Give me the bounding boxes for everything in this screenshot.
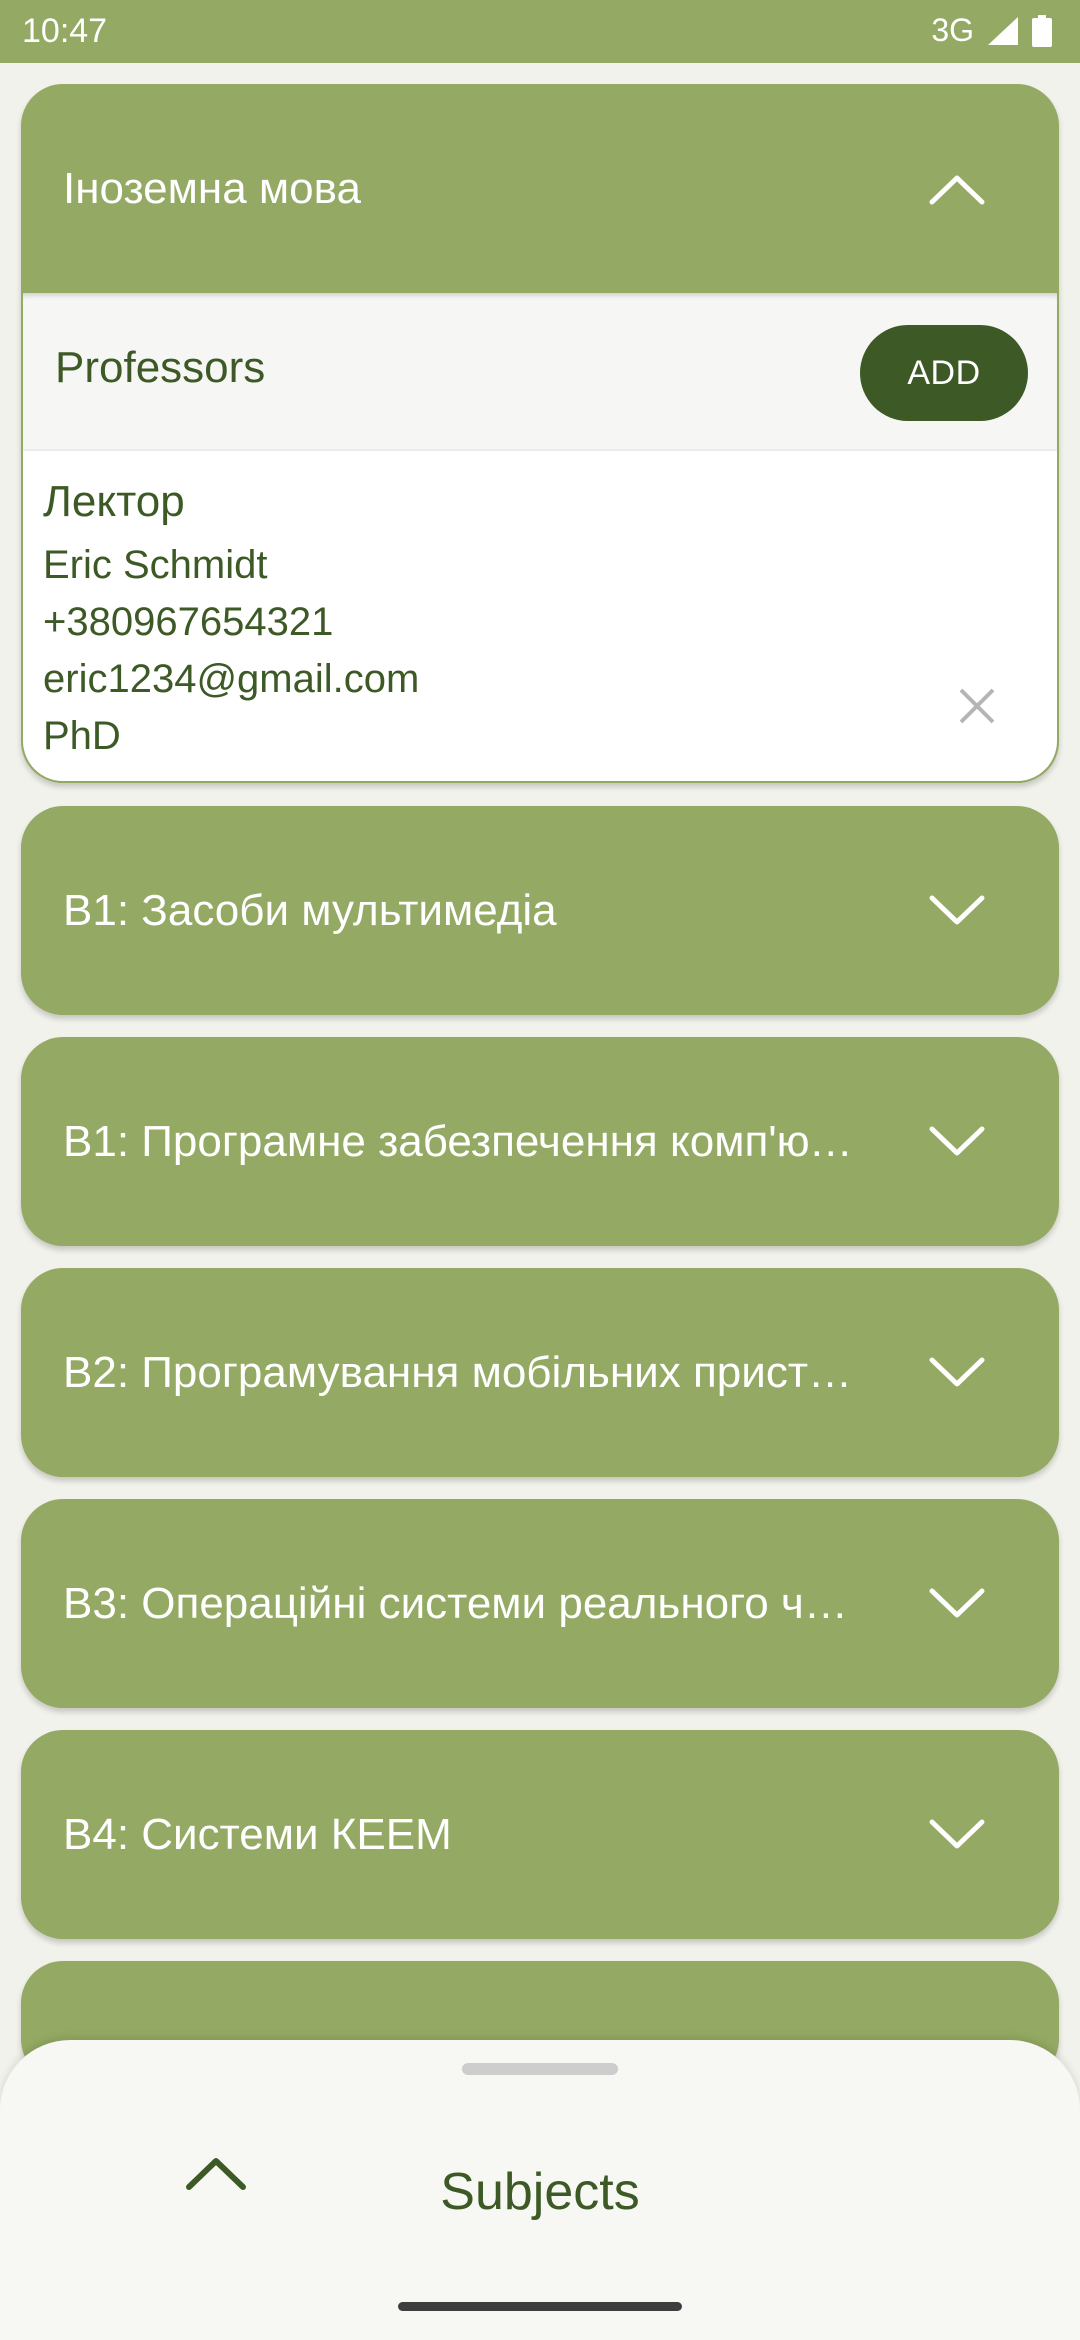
subject-title: B1: Засоби мультимедіа xyxy=(63,885,557,935)
subject-title: B3: Операційні системи реального часу xyxy=(63,1578,863,1628)
network-type: 3G xyxy=(931,12,974,48)
close-icon[interactable] xyxy=(957,686,997,726)
professor-role: Лектор xyxy=(43,477,185,526)
professor-name: Eric Schmidt xyxy=(43,543,268,587)
subject-card[interactable]: B1: Програмне забезпечення комп'ютерних … xyxy=(21,1037,1059,1246)
subject-title: Іноземна мова xyxy=(63,163,361,213)
drag-handle[interactable] xyxy=(462,2063,618,2075)
subject-title: B1: Програмне забезпечення комп'ютерних … xyxy=(63,1116,863,1166)
status-time: 10:47 xyxy=(22,12,108,50)
professor-email: eric1234@gmail.com xyxy=(43,657,420,701)
subject-title: B2: Програмування мобільних пристроїв xyxy=(63,1347,863,1397)
chevron-down-icon[interactable] xyxy=(928,894,986,928)
signal-icon xyxy=(988,16,1018,45)
professor-item: Лектор Eric Schmidt +380967654321 eric12… xyxy=(23,451,1057,781)
subject-title: B4: Системи КЕЕМ xyxy=(63,1809,452,1859)
professors-label: Professors xyxy=(55,343,266,392)
home-indicator[interactable] xyxy=(398,2302,682,2311)
professor-phone: +380967654321 xyxy=(43,600,334,644)
chevron-up-icon[interactable] xyxy=(928,172,986,206)
chevron-down-icon[interactable] xyxy=(928,1125,986,1159)
subject-card-header[interactable]: Іноземна мова xyxy=(21,84,1059,293)
subject-card[interactable]: B3: Операційні системи реального часу xyxy=(21,1499,1059,1708)
sheet-title: Subjects xyxy=(440,2163,640,2221)
subject-card-header[interactable]: B1: Програмне забезпечення комп'ютерних … xyxy=(21,1037,1059,1246)
subject-card[interactable]: B1: Засоби мультимедіа xyxy=(21,806,1059,1015)
subject-card-header[interactable]: B3: Операційні системи реального часу xyxy=(21,1499,1059,1708)
subject-card-header[interactable]: B1: Засоби мультимедіа xyxy=(21,806,1059,1015)
status-icons: 3G xyxy=(931,12,1052,49)
status-bar: 10:47 3G xyxy=(0,0,1080,63)
battery-icon xyxy=(1032,14,1052,47)
chevron-down-icon[interactable] xyxy=(928,1818,986,1852)
chevron-down-icon[interactable] xyxy=(928,1356,986,1390)
subject-card-expanded: Іноземна мова Professors ADD Лектор Eric… xyxy=(21,84,1059,783)
add-professor-button[interactable]: ADD xyxy=(860,325,1028,421)
professors-section: Professors ADD Лектор Eric Schmidt +3809… xyxy=(21,293,1059,783)
subject-card[interactable]: B4: Системи КЕЕМ xyxy=(21,1730,1059,1939)
bottom-sheet[interactable]: Subjects xyxy=(0,2040,1080,2340)
subject-card-header[interactable]: B2: Програмування мобільних пристроїв xyxy=(21,1268,1059,1477)
professor-degree: PhD xyxy=(43,714,121,758)
subject-card[interactable]: B2: Програмування мобільних пристроїв xyxy=(21,1268,1059,1477)
chevron-down-icon[interactable] xyxy=(928,1587,986,1621)
subject-card-header[interactable]: B4: Системи КЕЕМ xyxy=(21,1730,1059,1939)
professors-header: Professors ADD xyxy=(23,293,1057,451)
